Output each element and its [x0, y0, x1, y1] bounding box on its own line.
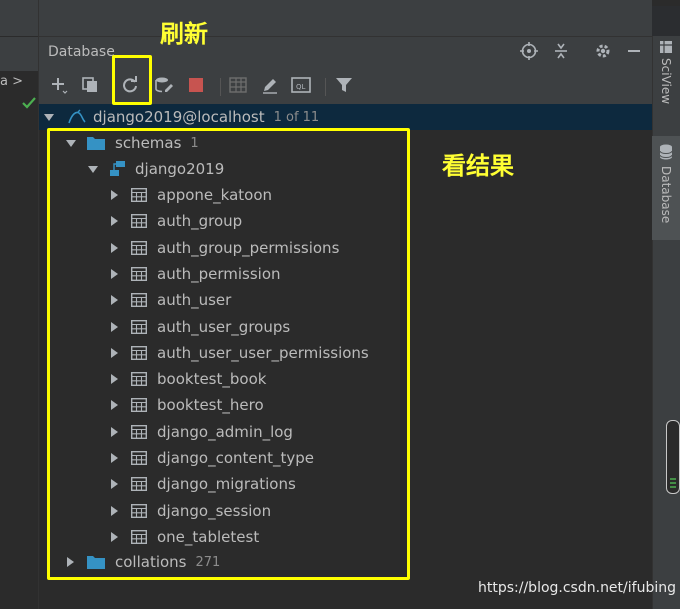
right-tool-strip	[652, 36, 680, 609]
collapse-icon[interactable]	[550, 40, 572, 62]
annotation-refresh-box	[112, 55, 152, 105]
annotation-result: 看结果	[442, 152, 514, 180]
editor-tab-label[interactable]: a >	[0, 74, 23, 89]
editor-top-bar	[0, 0, 38, 36]
stop-icon[interactable]	[185, 74, 207, 96]
edit-icon[interactable]	[259, 74, 281, 96]
window-top-area	[39, 0, 652, 37]
sql-console-icon[interactable]: QL	[290, 74, 312, 96]
panel-title: Database	[48, 44, 115, 60]
gear-icon[interactable]	[592, 40, 614, 62]
memory-indicator[interactable]	[666, 420, 680, 494]
sciview-icon	[660, 41, 672, 53]
tab-database-label: Database	[659, 166, 673, 224]
duplicate-icon[interactable]	[79, 74, 101, 96]
tab-sciview-label: SciView	[659, 58, 673, 105]
editor-tab-bar	[0, 36, 38, 71]
watermark: https://blog.csdn.net/ifubing	[478, 580, 676, 596]
datasource-count: 1 of 11	[273, 109, 320, 125]
mysql-icon	[68, 109, 86, 124]
toolbar-separator	[220, 78, 221, 96]
datasource-label: django2019@localhost	[93, 108, 265, 126]
crosshair-icon[interactable]	[518, 40, 540, 62]
add-icon[interactable]	[48, 74, 70, 96]
tree-row-datasource[interactable]: django2019@localhost 1 of 11	[39, 104, 652, 130]
annotation-refresh: 刷新	[160, 20, 208, 48]
minimize-icon[interactable]	[623, 40, 645, 62]
tab-database[interactable]: Database	[652, 136, 680, 240]
check-icon	[22, 97, 36, 109]
editor-strip	[0, 0, 38, 609]
memory-bars-icon	[670, 478, 676, 488]
datasource-properties-icon[interactable]	[153, 74, 175, 96]
expand-arrow-icon[interactable]	[44, 113, 54, 121]
toolbar-separator	[325, 78, 326, 96]
table-view-icon[interactable]	[227, 74, 249, 96]
filter-icon[interactable]	[333, 74, 355, 96]
database-icon	[659, 144, 673, 160]
annotation-result-box	[47, 128, 410, 580]
tab-sciview[interactable]: SciView	[652, 40, 680, 120]
svg-text:QL: QL	[296, 83, 306, 91]
